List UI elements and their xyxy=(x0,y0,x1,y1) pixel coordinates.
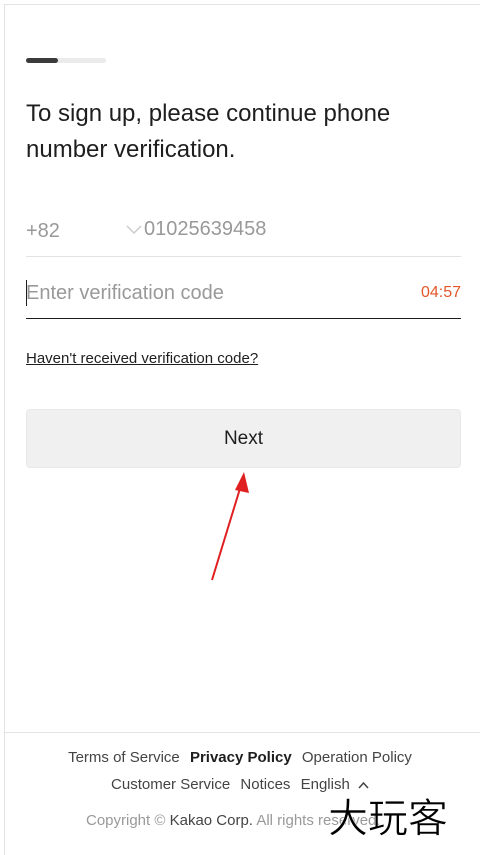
country-code-select[interactable]: +82 xyxy=(26,220,60,243)
language-selector[interactable]: English xyxy=(301,776,369,793)
watermark-text: 大玩客 xyxy=(328,796,448,840)
footer-links-row-2: Customer Service Notices English xyxy=(0,776,480,793)
privacy-policy-link[interactable]: Privacy Policy xyxy=(190,749,292,766)
operation-policy-link[interactable]: Operation Policy xyxy=(302,749,412,766)
signup-progress-fill xyxy=(26,58,58,63)
annotation-arrow-icon xyxy=(211,472,249,581)
footer-divider xyxy=(4,732,480,733)
language-label: English xyxy=(300,776,350,793)
caret-up-icon xyxy=(358,781,369,789)
next-button[interactable]: Next xyxy=(26,409,461,468)
phone-number-value: 01025639458 xyxy=(144,218,267,240)
signup-progress-bar xyxy=(26,58,106,63)
copyright-corp: Kakao Corp. xyxy=(169,812,253,829)
watermark-logo: 大玩客 xyxy=(328,796,448,840)
verification-code-row: 04:57 xyxy=(26,272,461,319)
page-heading: To sign up, please continue phone number… xyxy=(26,100,391,163)
resend-code-link[interactable]: Haven't received verification code? xyxy=(26,350,258,367)
terms-of-service-link[interactable]: Terms of Service xyxy=(68,749,180,766)
verification-code-input[interactable] xyxy=(26,278,396,308)
customer-service-link[interactable]: Customer Service xyxy=(111,776,230,793)
verification-timer: 04:57 xyxy=(420,284,461,301)
notices-link[interactable]: Notices xyxy=(240,776,290,793)
copyright-prefix: Copyright © xyxy=(86,812,166,829)
footer-links-row-1: Terms of Service Privacy Policy Operatio… xyxy=(0,749,480,766)
chevron-down-icon[interactable] xyxy=(126,224,142,236)
phone-number-row: +82 01025639458 xyxy=(26,210,461,257)
